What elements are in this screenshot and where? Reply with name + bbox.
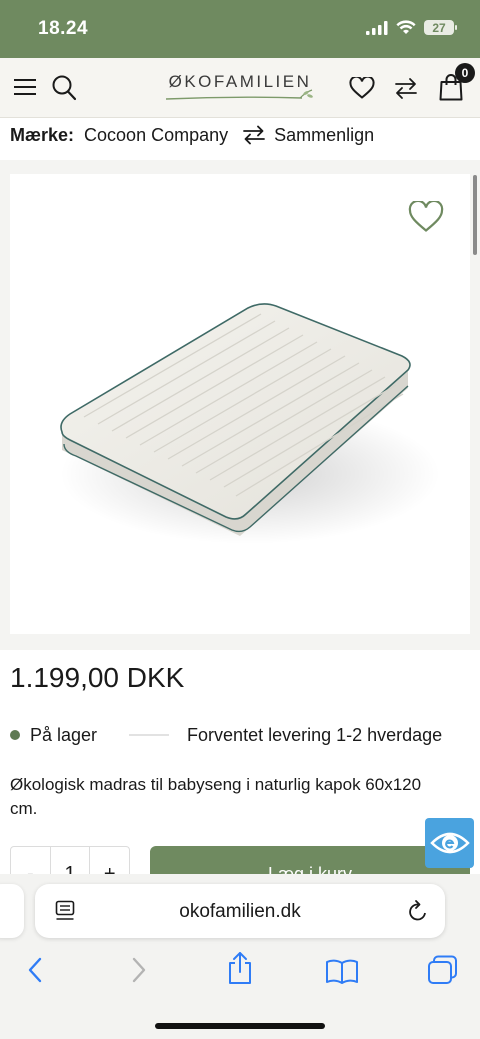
wifi-icon bbox=[396, 20, 416, 34]
site-logo[interactable]: ØKOFAMILIEN bbox=[164, 68, 316, 108]
bookmarks-icon[interactable] bbox=[325, 958, 359, 984]
product-meta-row: Mærke: Cocoon Company Sammenlign bbox=[10, 122, 374, 148]
brand-link[interactable]: Cocoon Company bbox=[84, 125, 228, 146]
product-price: 1.199,00 DKK bbox=[10, 662, 185, 693]
cart-count-badge: 0 bbox=[455, 63, 475, 83]
status-bar: 18.24 27 bbox=[0, 0, 480, 58]
previous-tab-preview[interactable] bbox=[0, 884, 24, 938]
compare-icon[interactable] bbox=[394, 76, 418, 100]
address-bar[interactable]: okofamilien.dk bbox=[35, 884, 445, 938]
wishlist-heart-icon[interactable] bbox=[408, 201, 444, 233]
status-time: 18.24 bbox=[38, 18, 89, 39]
delivery-estimate: Forventet levering 1-2 hverdage bbox=[187, 724, 443, 745]
back-icon[interactable] bbox=[26, 956, 44, 984]
url-text: okofamilien.dk bbox=[179, 901, 301, 922]
product-description: Økologisk madras til babyseng i naturlig… bbox=[10, 775, 422, 818]
in-stock-dot-icon bbox=[10, 730, 20, 740]
page-scrollbar[interactable] bbox=[473, 175, 477, 255]
menu-icon[interactable] bbox=[14, 78, 36, 96]
home-indicator bbox=[155, 1023, 325, 1029]
stock-divider bbox=[129, 734, 170, 736]
stock-row: På lager Forventet levering 1-2 hverdage bbox=[10, 724, 470, 746]
brand-label: Mærke: bbox=[10, 124, 75, 145]
mattress-image bbox=[60, 303, 440, 544]
share-icon[interactable] bbox=[226, 951, 254, 985]
accessibility-eye-icon[interactable] bbox=[425, 818, 474, 868]
site-header: ØKOFAMILIEN bbox=[0, 58, 480, 118]
heart-icon[interactable] bbox=[349, 77, 375, 99]
forward-icon[interactable] bbox=[130, 956, 148, 984]
search-icon[interactable] bbox=[52, 75, 76, 101]
status-icons: 27 bbox=[366, 20, 457, 35]
tabs-icon[interactable] bbox=[427, 955, 459, 985]
compare-icon[interactable] bbox=[242, 124, 266, 146]
signal-icon bbox=[366, 20, 388, 35]
reload-icon[interactable] bbox=[407, 899, 429, 923]
product-image[interactable] bbox=[10, 174, 470, 634]
stock-status: På lager bbox=[30, 724, 98, 745]
logo-leaf-underline bbox=[165, 89, 313, 100]
compare-link[interactable]: Sammenlign bbox=[274, 125, 374, 146]
battery-indicator: 27 bbox=[424, 20, 457, 35]
eye-icon bbox=[429, 832, 470, 854]
